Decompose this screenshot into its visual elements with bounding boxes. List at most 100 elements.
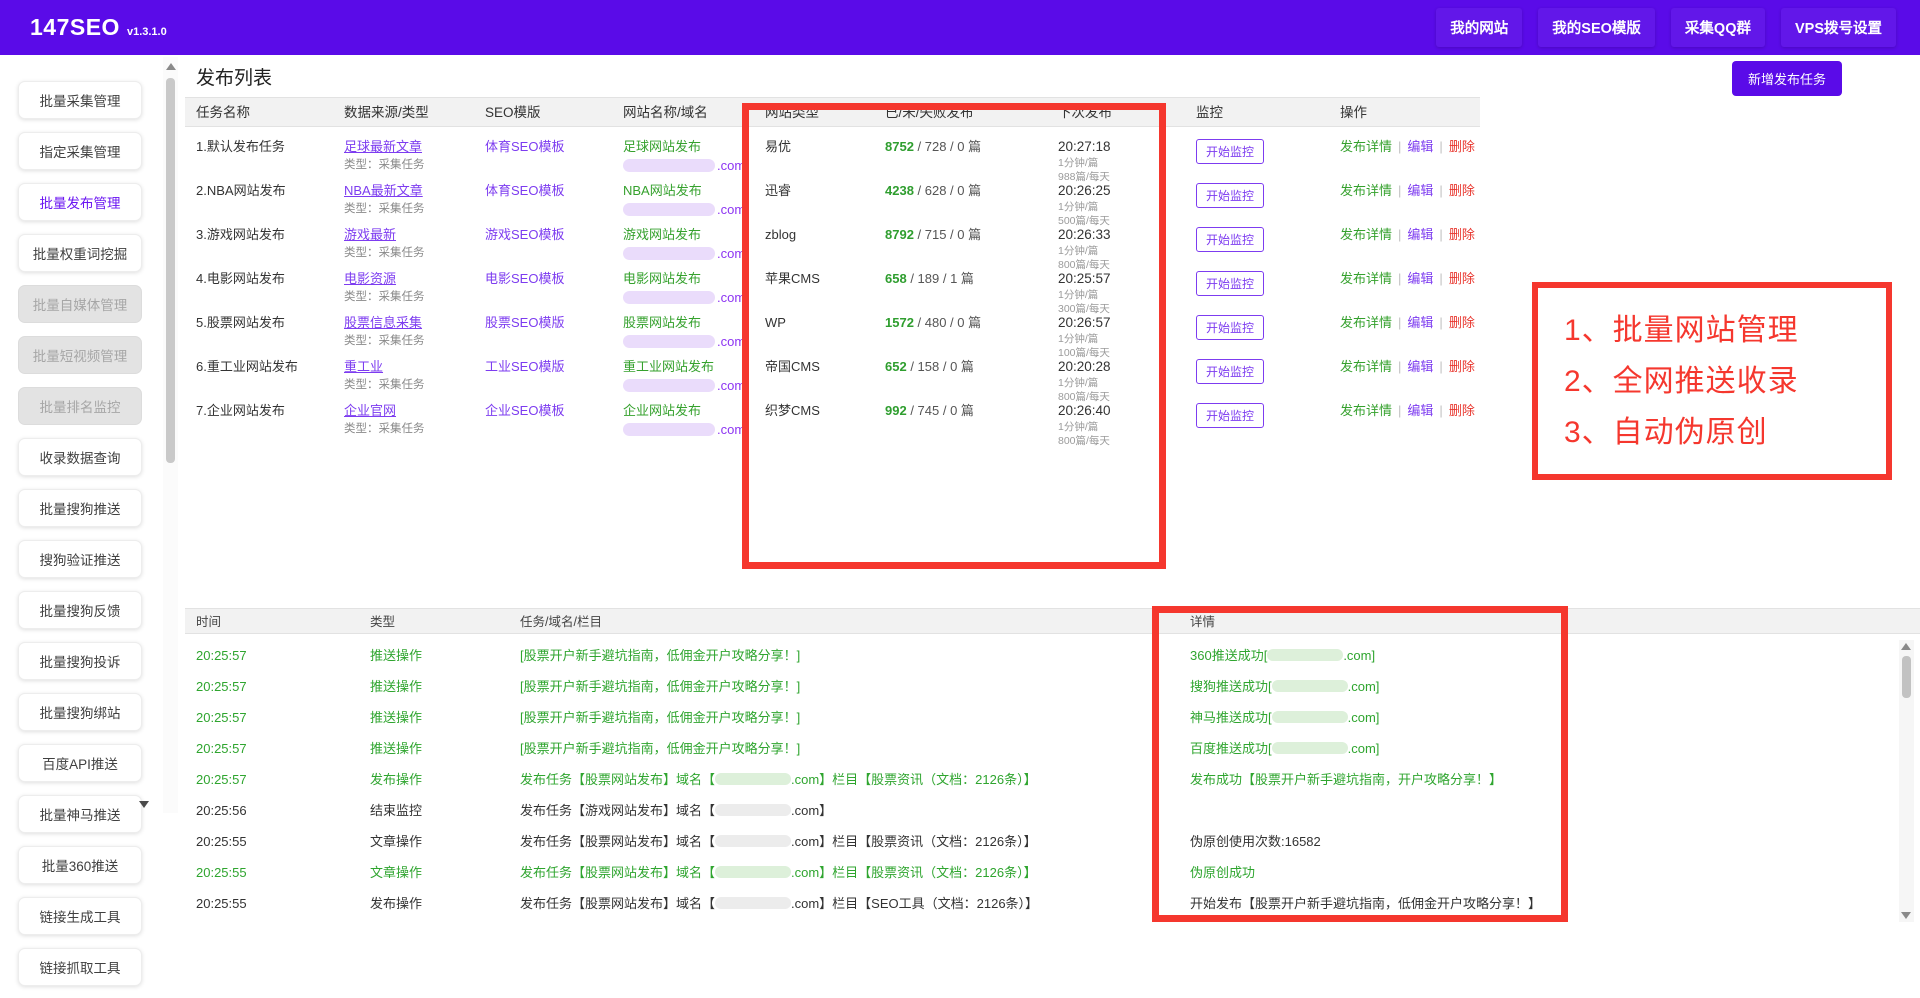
template-link[interactable]: 游戏SEO模板 bbox=[485, 227, 564, 242]
action-edit[interactable]: 编辑 bbox=[1407, 139, 1433, 154]
action-delete[interactable]: 删除 bbox=[1449, 315, 1475, 330]
nav-vps-dial-settings[interactable]: VPS拨号设置 bbox=[1781, 8, 1896, 47]
start-monitor-button[interactable]: 开始监控 bbox=[1196, 315, 1264, 340]
action-edit[interactable]: 编辑 bbox=[1407, 359, 1433, 374]
action-delete[interactable]: 删除 bbox=[1449, 403, 1475, 418]
action-delete[interactable]: 删除 bbox=[1449, 359, 1475, 374]
site-cell: NBA网站发布.com bbox=[623, 177, 765, 227]
scroll-down-icon[interactable] bbox=[139, 801, 149, 808]
sidebar-item[interactable]: 链接生成工具 bbox=[18, 897, 142, 935]
task-source-cell: 股票信息采集类型：采集任务 bbox=[344, 309, 485, 359]
sidebar-item[interactable]: 搜狗验证推送 bbox=[18, 540, 142, 578]
template-link[interactable]: 体育SEO模板 bbox=[485, 139, 564, 154]
nav-qq-group[interactable]: 采集QQ群 bbox=[1671, 8, 1765, 47]
log-scrollbar[interactable] bbox=[1899, 640, 1914, 922]
action-delete[interactable]: 删除 bbox=[1449, 227, 1475, 242]
task-row: 6.重工业网站发布重工业类型：采集任务工业SEO模版重工业网站发布.com帝国C… bbox=[185, 353, 1480, 397]
redacted-text bbox=[1272, 742, 1348, 754]
template-link[interactable]: 工业SEO模版 bbox=[485, 359, 564, 374]
start-monitor-button[interactable]: 开始监控 bbox=[1196, 403, 1264, 428]
site-domain: .com bbox=[623, 422, 765, 438]
source-type: 类型：采集任务 bbox=[344, 379, 485, 393]
app-version: v1.3.1.0 bbox=[127, 26, 167, 38]
nav-my-sites[interactable]: 我的网站 bbox=[1436, 8, 1522, 47]
source-link[interactable]: 电影资源 bbox=[344, 271, 396, 286]
source-link[interactable]: 足球最新文章 bbox=[344, 139, 422, 154]
scroll-up-icon[interactable] bbox=[166, 63, 176, 70]
log-task: 发布任务【股票网站发布】域名【.com】栏目【股票资讯（文档：2126条）】 bbox=[520, 857, 1190, 888]
action-publish-details[interactable]: 发布详情 bbox=[1340, 139, 1392, 154]
top-nav: 我的网站 我的SEO模版 采集QQ群 VPS拨号设置 bbox=[1436, 8, 1896, 47]
action-delete[interactable]: 删除 bbox=[1449, 139, 1475, 154]
task-name: 6.重工业网站发布 bbox=[196, 353, 344, 403]
source-link[interactable]: 股票信息采集 bbox=[344, 315, 422, 330]
start-monitor-button[interactable]: 开始监控 bbox=[1196, 271, 1264, 296]
sidebar-item: 批量排名监控 bbox=[18, 387, 142, 425]
template-link[interactable]: 企业SEO模板 bbox=[485, 403, 564, 418]
start-monitor-button[interactable]: 开始监控 bbox=[1196, 183, 1264, 208]
start-monitor-button[interactable]: 开始监控 bbox=[1196, 359, 1264, 384]
start-monitor-button[interactable]: 开始监控 bbox=[1196, 139, 1264, 164]
action-edit[interactable]: 编辑 bbox=[1407, 271, 1433, 286]
sidebar-item[interactable]: 批量搜狗反馈 bbox=[18, 591, 142, 629]
sidebar-item[interactable]: 指定采集管理 bbox=[18, 132, 142, 170]
source-type: 类型：采集任务 bbox=[344, 423, 485, 437]
log-type: 文章操作 bbox=[370, 826, 520, 857]
template-link[interactable]: 电影SEO模板 bbox=[485, 271, 564, 286]
redacted-text bbox=[1267, 649, 1343, 661]
action-publish-details[interactable]: 发布详情 bbox=[1340, 271, 1392, 286]
nav-my-seo-templates[interactable]: 我的SEO模版 bbox=[1538, 8, 1655, 47]
task-row: 5.股票网站发布股票信息采集类型：采集任务股票SEO模版股票网站发布.comWP… bbox=[185, 309, 1480, 353]
action-edit[interactable]: 编辑 bbox=[1407, 315, 1433, 330]
sidebar-item[interactable]: 百度API推送 bbox=[18, 744, 142, 782]
scroll-thumb[interactable] bbox=[166, 78, 175, 463]
sidebar-item[interactable]: 批量搜狗投诉 bbox=[18, 642, 142, 680]
action-delete[interactable]: 删除 bbox=[1449, 183, 1475, 198]
action-publish-details[interactable]: 发布详情 bbox=[1340, 183, 1392, 198]
start-monitor-button[interactable]: 开始监控 bbox=[1196, 227, 1264, 252]
action-publish-details[interactable]: 发布详情 bbox=[1340, 403, 1392, 418]
action-publish-details[interactable]: 发布详情 bbox=[1340, 227, 1392, 242]
sidebar-item[interactable]: 批量360推送 bbox=[18, 846, 142, 884]
sidebar-item[interactable]: 批量发布管理 bbox=[18, 183, 142, 221]
new-publish-task-button[interactable]: 新增发布任务 bbox=[1732, 61, 1842, 96]
sidebar-item[interactable]: 批量搜狗推送 bbox=[18, 489, 142, 527]
action-edit[interactable]: 编辑 bbox=[1407, 227, 1433, 242]
source-link[interactable]: 企业官网 bbox=[344, 403, 396, 418]
template-link[interactable]: 体育SEO模板 bbox=[485, 183, 564, 198]
log-scroll-up-icon[interactable] bbox=[1901, 643, 1911, 650]
source-link[interactable]: 重工业 bbox=[344, 359, 383, 374]
source-link[interactable]: 游戏最新 bbox=[344, 227, 396, 242]
log-row: 20:25:56结束监控发布任务【游戏网站发布】域名【.com】 bbox=[185, 795, 1920, 826]
col-log-detail: 详情 bbox=[1190, 609, 1920, 635]
template-link[interactable]: 股票SEO模版 bbox=[485, 315, 564, 330]
sidebar-item[interactable]: 链接抓取工具 bbox=[18, 948, 142, 986]
action-publish-details[interactable]: 发布详情 bbox=[1340, 315, 1392, 330]
log-detail: 伪原创成功 bbox=[1190, 857, 1920, 888]
publish-rate: 1分钟/篇 bbox=[1058, 421, 1196, 433]
log-task: [股票开户新手避坑指南，低佣金开户攻略分享！] bbox=[520, 702, 1190, 733]
row-actions: 发布详情|编辑|删除 bbox=[1340, 353, 1480, 403]
action-edit[interactable]: 编辑 bbox=[1407, 403, 1433, 418]
sidebar-item[interactable]: 批量神马推送 bbox=[18, 795, 142, 833]
content-scrollbar[interactable] bbox=[163, 57, 178, 813]
action-publish-details[interactable]: 发布详情 bbox=[1340, 359, 1392, 374]
publish-counts: 992 / 745 / 0 篇 bbox=[885, 397, 1058, 447]
publish-rate: 1分钟/篇 bbox=[1058, 333, 1196, 345]
action-delete[interactable]: 删除 bbox=[1449, 271, 1475, 286]
next-publish-time: 20:27:18 bbox=[1058, 139, 1196, 155]
sidebar-item[interactable]: 批量权重词挖掘 bbox=[18, 234, 142, 272]
sidebar-item[interactable]: 收录数据查询 bbox=[18, 438, 142, 476]
sidebar-item[interactable]: 批量采集管理 bbox=[18, 81, 142, 119]
log-task: [股票开户新手避坑指南，低佣金开户攻略分享！] bbox=[520, 671, 1190, 702]
action-edit[interactable]: 编辑 bbox=[1407, 183, 1433, 198]
redacted-text bbox=[715, 897, 791, 909]
source-link[interactable]: NBA最新文章 bbox=[344, 183, 423, 198]
task-source-cell: 游戏最新类型：采集任务 bbox=[344, 221, 485, 271]
log-scroll-down-icon[interactable] bbox=[1901, 912, 1911, 919]
site-type: WP bbox=[765, 309, 885, 359]
row-actions: 发布详情|编辑|删除 bbox=[1340, 265, 1480, 315]
monitor-cell: 开始监控 bbox=[1196, 353, 1340, 403]
log-scroll-thumb[interactable] bbox=[1902, 656, 1911, 698]
sidebar-item[interactable]: 批量搜狗绑站 bbox=[18, 693, 142, 731]
